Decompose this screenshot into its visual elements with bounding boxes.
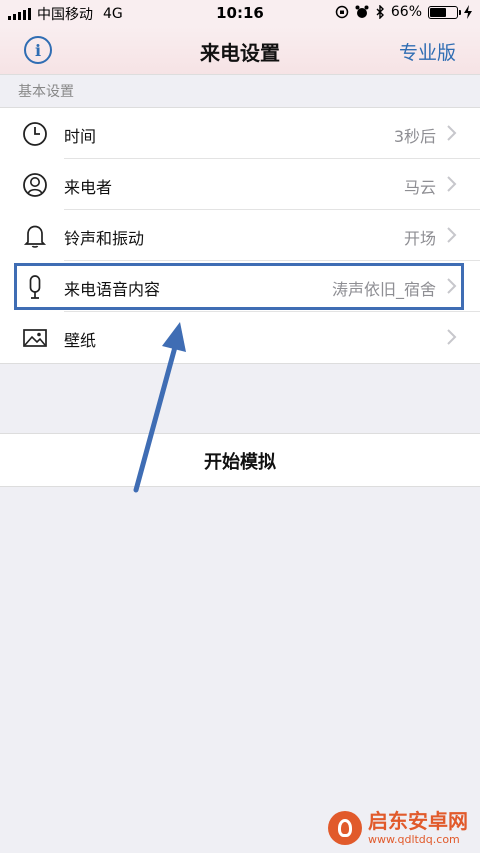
- watermark-url: www.qdltdq.com: [368, 833, 460, 846]
- battery-icon: [428, 5, 461, 19]
- chevron-right-icon: [447, 329, 457, 345]
- status-bar: 中国移动 4G 10:16 66%: [0, 0, 480, 26]
- person-icon: [23, 173, 47, 197]
- clock-icon: [23, 122, 47, 146]
- highlight-box: [14, 263, 464, 310]
- bluetooth-icon: [376, 5, 384, 19]
- setting-row-ringtone[interactable]: 铃声和振动 开场: [0, 210, 480, 261]
- alarm-icon: [355, 5, 369, 18]
- setting-label: 时间: [64, 127, 97, 146]
- watermark: 启东安卓网 www.qdltdq.com: [328, 811, 468, 845]
- charging-icon: [464, 5, 472, 19]
- setting-value: 马云: [403, 178, 436, 197]
- section-header: 基本设置: [18, 84, 74, 100]
- bell-icon: [23, 225, 47, 248]
- settings-list: 时间 3秒后 来电者 马云 铃声和振动 开场 来电语音内容 涛声依旧_宿舍 壁纸: [0, 107, 480, 364]
- start-simulation-label: 开始模拟: [204, 452, 276, 473]
- setting-label: 铃声和振动: [64, 229, 145, 248]
- battery-percent: 66%: [390, 4, 422, 20]
- rotation-lock-icon: [335, 5, 349, 19]
- picture-icon: [23, 329, 47, 347]
- watermark-text: 启东安卓网 www.qdltdq.com: [368, 811, 468, 845]
- status-right: 66%: [335, 4, 472, 20]
- setting-row-caller[interactable]: 来电者 马云: [0, 159, 480, 210]
- chevron-right-icon: [447, 176, 457, 192]
- nav-bar: i 来电设置 专业版: [0, 26, 480, 75]
- setting-value: 开场: [403, 229, 436, 248]
- setting-value: 3秒后: [393, 127, 436, 146]
- setting-row-wallpaper[interactable]: 壁纸: [0, 312, 480, 363]
- setting-row-time[interactable]: 时间 3秒后: [0, 108, 480, 159]
- battery-fill: [430, 7, 446, 17]
- chevron-right-icon: [447, 227, 457, 243]
- watermark-logo-icon: [328, 811, 362, 845]
- setting-label: 壁纸: [64, 331, 97, 350]
- setting-label: 来电者: [64, 178, 113, 197]
- watermark-name: 启东安卓网: [368, 809, 468, 833]
- start-simulation-button[interactable]: 开始模拟: [0, 433, 480, 487]
- chevron-right-icon: [447, 125, 457, 141]
- pro-version-button[interactable]: 专业版: [399, 38, 456, 65]
